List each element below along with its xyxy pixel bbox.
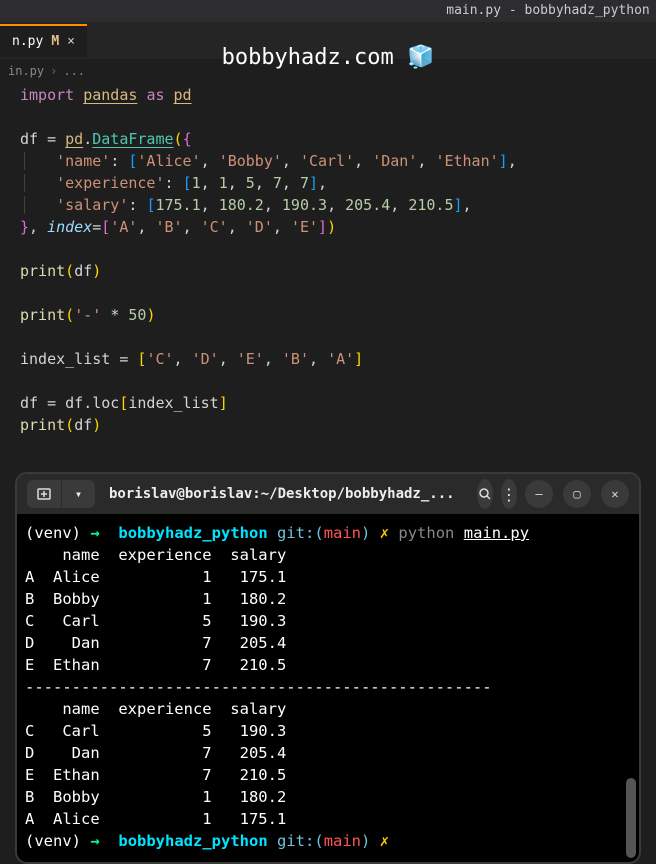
func-print: print [20, 416, 65, 434]
op-star: * [110, 306, 119, 324]
alias-pd: pd [174, 86, 192, 104]
code-line: }, index=['A', 'B', 'C', 'D', 'E']) [20, 216, 656, 238]
obj-pd: pd [65, 130, 83, 148]
output-row: C Carl 5 190.3 [25, 722, 286, 740]
git-dirty-icon: ✗ [380, 524, 389, 542]
prompt-dir: bobbyhadz_python [118, 832, 267, 850]
venv-label: (venv) [25, 524, 81, 542]
code-line: │ 'experience': [1, 1, 5, 7, 7], [20, 172, 656, 194]
terminal-new-tab-button[interactable] [27, 480, 61, 508]
git-branch: main [324, 524, 361, 542]
output-row: D Dan 7 205.4 [25, 634, 286, 652]
maximize-button[interactable]: ▢ [563, 480, 591, 508]
output-header: name experience salary [25, 700, 286, 718]
output-header: name experience salary [25, 546, 286, 564]
arg-df: df [74, 262, 92, 280]
menu-icon[interactable]: ⋮ [501, 479, 517, 509]
site-watermark: bobbyhadz.com 🧊 [0, 45, 656, 70]
prop-loc: loc [92, 394, 119, 412]
terminal-dropdown-button[interactable]: ▾ [61, 480, 95, 508]
terminal-titlebar: ▾ borislav@borislav:~/Desktop/bobbyhadz_… [17, 474, 639, 514]
cube-icon: 🧊 [407, 45, 434, 70]
output-row: E Ethan 7 210.5 [25, 766, 286, 784]
output-row: B Bobby 1 180.2 [25, 788, 286, 806]
title-text: main.py - bobbyhadz_python [6, 3, 650, 18]
window-controls: — ▢ ✕ [525, 480, 629, 508]
prompt-arrow: → [90, 832, 99, 850]
git-label: git:( [277, 524, 324, 542]
venv-label: (venv) [25, 832, 81, 850]
command-arg: main.py [464, 524, 529, 542]
output-row: E Ethan 7 210.5 [25, 656, 286, 674]
output-separator: ----------------------------------------… [25, 678, 492, 696]
git-paren: ) [361, 524, 370, 542]
code-line: df = df.loc[index_list] [20, 392, 656, 414]
git-branch: main [324, 832, 361, 850]
close-button[interactable]: ✕ [601, 480, 629, 508]
kwarg-index: index [47, 218, 92, 236]
code-line: df = pd.DataFrame({ [20, 128, 656, 150]
func-print: print [20, 262, 65, 280]
git-dirty-icon: ✗ [380, 832, 389, 850]
output-row: B Bobby 1 180.2 [25, 590, 286, 608]
keyword-as: as [146, 86, 164, 104]
var-df: df [20, 130, 38, 148]
new-tab-group: ▾ [27, 480, 95, 508]
watermark-text: bobbyhadz.com [222, 45, 394, 70]
code-line: print('-' * 50) [20, 304, 656, 326]
code-line: │ 'name': ['Alice', 'Bobby', 'Carl', 'Da… [20, 150, 656, 172]
output-row: C Carl 5 190.3 [25, 612, 286, 630]
var-indexlist: index_list [20, 350, 110, 368]
code-line: print(df) [20, 414, 656, 436]
method-dataframe: DataFrame [92, 130, 173, 148]
code-editor[interactable]: import pandas as pd df = pd.DataFrame({ … [0, 82, 656, 456]
git-label: git:( [277, 832, 324, 850]
terminal-body[interactable]: (venv) → bobbyhadz_python git:(main) ✗ p… [17, 514, 639, 860]
module-pandas: pandas [83, 86, 137, 104]
terminal-path: borislav@borislav:~/Desktop/bobbyhadz_..… [109, 486, 455, 502]
code-line: │ 'salary': [175.1, 180.2, 190.3, 205.4,… [20, 194, 656, 216]
key-salary: 'salary' [56, 196, 128, 214]
num-50: 50 [128, 306, 146, 324]
prompt-arrow: → [90, 524, 99, 542]
git-paren: ) [361, 832, 370, 850]
command: python [398, 524, 454, 542]
key-experience: 'experience' [56, 174, 164, 192]
terminal-window: ▾ borislav@borislav:~/Desktop/bobbyhadz_… [15, 472, 641, 864]
scrollbar[interactable] [626, 778, 636, 858]
title-bar: main.py - bobbyhadz_python [0, 0, 656, 22]
prompt-dir: bobbyhadz_python [118, 524, 267, 542]
search-icon[interactable] [477, 479, 493, 509]
ref-indexlist: index_list [128, 394, 218, 412]
output-row: D Dan 7 205.4 [25, 744, 286, 762]
func-print: print [20, 306, 65, 324]
operator-eq: = [47, 130, 56, 148]
minimize-button[interactable]: — [525, 480, 553, 508]
str-dash: '-' [74, 306, 101, 324]
code-line: print(df) [20, 260, 656, 282]
keyword-import: import [20, 86, 74, 104]
key-name: 'name' [56, 152, 110, 170]
output-row: A Alice 1 175.1 [25, 810, 286, 828]
code-line: import pandas as pd [20, 84, 656, 106]
code-line: index_list = ['C', 'D', 'E', 'B', 'A'] [20, 348, 656, 370]
output-row: A Alice 1 175.1 [25, 568, 286, 586]
